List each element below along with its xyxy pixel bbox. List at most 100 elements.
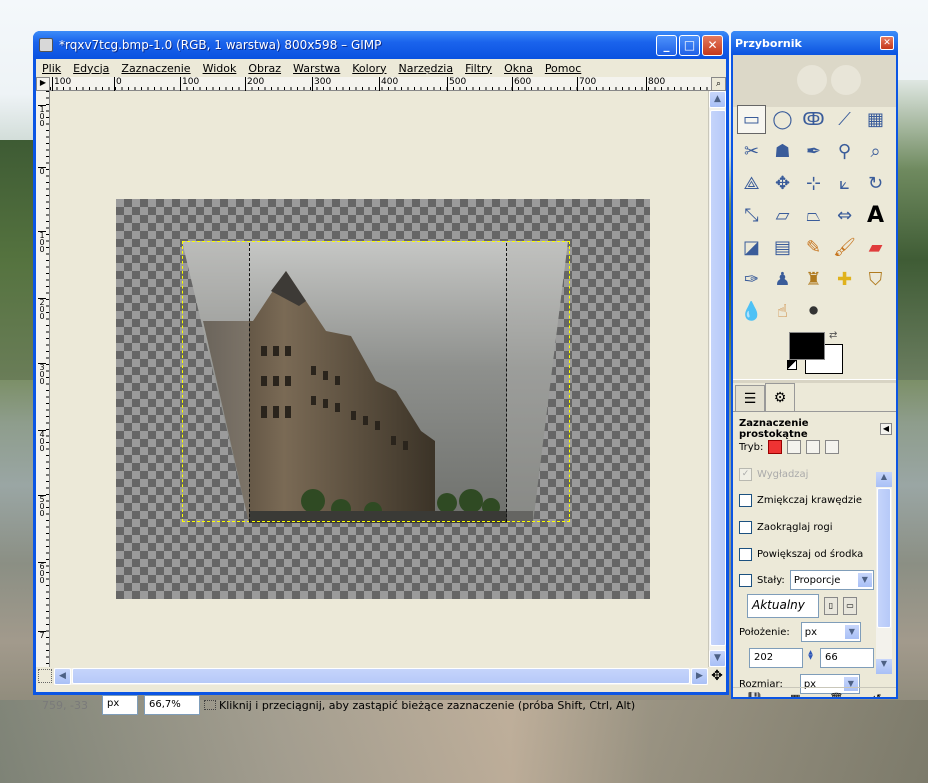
unit-select[interactable]: px xyxy=(102,695,138,715)
pencil-icon[interactable]: ✎ xyxy=(799,233,828,262)
options-scroll-thumb[interactable] xyxy=(877,488,891,628)
shear-icon[interactable]: ▱ xyxy=(768,201,797,230)
horizontal-scroll-thumb[interactable] xyxy=(72,667,690,684)
minimize-button[interactable]: _ xyxy=(656,34,677,56)
align-icon[interactable]: ⊹ xyxy=(799,169,828,198)
smudge-icon[interactable]: ☝ xyxy=(768,297,797,326)
quick-mask-toggle[interactable] xyxy=(38,669,52,683)
image-window-titlebar[interactable]: *rqxv7tcg.bmp-1.0 (RGB, 1 warstwa) 800x5… xyxy=(33,31,729,59)
paintbrush-icon[interactable]: 🖌 xyxy=(830,233,859,262)
blur-icon[interactable]: 💧 xyxy=(737,297,766,326)
bucket-fill-icon[interactable]: ◪ xyxy=(737,233,766,262)
airbrush-icon[interactable]: ✑ xyxy=(737,265,766,294)
rounded-corners-checkbox[interactable] xyxy=(739,521,752,534)
chevron-down-icon[interactable]: ▼ xyxy=(856,572,873,588)
zoom-icon[interactable]: ⌕ xyxy=(861,137,890,166)
close-button[interactable]: ✕ xyxy=(702,34,723,56)
menu-pomoc[interactable]: Pomoc xyxy=(545,62,581,75)
heal-icon[interactable]: ✚ xyxy=(830,265,859,294)
menu-obraz[interactable]: Obraz xyxy=(248,62,281,75)
scroll-left-icon[interactable]: ◀ xyxy=(54,667,71,685)
antialias-checkbox[interactable]: ✓ xyxy=(739,468,752,481)
fixed-checkbox[interactable] xyxy=(739,573,752,587)
portrait-icon[interactable]: ▯ xyxy=(824,597,838,615)
restore-options-icon[interactable]: ▦ xyxy=(790,692,800,697)
position-unit-select[interactable]: px ▼ xyxy=(800,622,861,642)
reset-options-icon[interactable]: ↺ xyxy=(872,692,881,697)
crop-icon[interactable]: ⟀ xyxy=(830,169,859,198)
position-y-input[interactable]: 66 xyxy=(820,648,885,668)
horizontal-ruler[interactable]: 100 0 100 200 300 400 500 600 700 800 xyxy=(50,77,711,91)
scroll-right-icon[interactable]: ▶ xyxy=(691,667,708,685)
measure-icon[interactable]: ⟁ xyxy=(737,169,766,198)
feather-checkbox[interactable] xyxy=(739,494,752,507)
aspect-preset-field[interactable]: Aktualny xyxy=(747,594,819,618)
menu-warstwa[interactable]: Warstwa xyxy=(293,62,340,75)
scale-icon[interactable]: ⤡ xyxy=(737,201,766,230)
perspective-clone-icon[interactable]: ⛉ xyxy=(861,265,890,294)
mode-intersect-button[interactable] xyxy=(825,440,840,454)
horizontal-scrollbar[interactable]: ◀ ▶ xyxy=(54,667,708,685)
scroll-up-icon[interactable]: ▲ xyxy=(876,472,892,487)
save-options-icon[interactable]: 💾 xyxy=(747,692,761,697)
menu-kolory[interactable]: Kolory xyxy=(352,62,386,75)
fg-bg-colors[interactable]: ⇄ xyxy=(787,330,843,376)
menu-zaznaczenie[interactable]: Zaznaczenie xyxy=(121,62,190,75)
vertical-scroll-thumb[interactable] xyxy=(710,110,726,646)
scroll-down-icon[interactable]: ▼ xyxy=(709,650,726,667)
navigate-icon[interactable]: ✥ xyxy=(708,668,726,684)
scissors-icon[interactable]: ✂ xyxy=(737,137,766,166)
menu-widok[interactable]: Widok xyxy=(203,62,237,75)
menu-edycja[interactable]: Edycja xyxy=(73,62,109,75)
text-icon[interactable]: A xyxy=(861,201,890,230)
position-x-input[interactable]: 202 xyxy=(749,648,814,668)
ellipse-select-icon[interactable]: ◯ xyxy=(768,105,797,134)
tab-tool-options-icon[interactable]: ⚙ xyxy=(765,383,795,411)
move-icon[interactable]: ✥ xyxy=(768,169,797,198)
panel-menu-icon[interactable]: ◀ xyxy=(880,423,892,435)
rotate-icon[interactable]: ↻ xyxy=(861,169,890,198)
rect-select-icon[interactable]: ▭ xyxy=(737,105,766,134)
reset-colors-icon[interactable] xyxy=(787,360,797,370)
menu-okna[interactable]: Okna xyxy=(504,62,533,75)
scroll-up-icon[interactable]: ▲ xyxy=(709,91,726,108)
menu-filtry[interactable]: Filtry xyxy=(465,62,492,75)
maximize-button[interactable]: □ xyxy=(679,34,700,56)
tab-layers-icon[interactable]: ☰ xyxy=(735,385,765,411)
chevron-down-icon[interactable]: ▼ xyxy=(843,624,860,640)
paths-icon[interactable]: ✒ xyxy=(799,137,828,166)
eraser-icon[interactable]: ▰ xyxy=(861,233,890,262)
flip-icon[interactable]: ⇔ xyxy=(830,201,859,230)
delete-options-icon[interactable]: 🗑 xyxy=(829,692,843,697)
color-select-icon[interactable]: ▦ xyxy=(861,105,890,134)
menu-plik[interactable]: Plik xyxy=(42,62,61,75)
fuzzy-select-icon[interactable]: ⟋ xyxy=(830,105,859,134)
color-picker-icon[interactable]: ⚲ xyxy=(830,137,859,166)
mode-add-button[interactable] xyxy=(787,440,802,454)
gimp-app-icon[interactable] xyxy=(39,38,53,52)
vertical-scrollbar[interactable]: ▲ ▼ xyxy=(708,91,726,667)
menu-narzedzia[interactable]: Narzędzia xyxy=(398,62,453,75)
zoom-follow-icon[interactable]: ⌕ xyxy=(711,77,726,91)
selection-marquee[interactable] xyxy=(249,243,507,522)
free-select-icon[interactable]: ↂ xyxy=(799,105,828,134)
toolbox-titlebar[interactable]: Przybornik ✕ xyxy=(731,31,898,55)
toolbox-separator[interactable] xyxy=(733,379,896,383)
scroll-down-icon[interactable]: ▼ xyxy=(876,659,892,674)
expand-center-checkbox[interactable] xyxy=(739,548,752,561)
toolbox-close-icon[interactable]: ✕ xyxy=(880,36,894,50)
ink-icon[interactable]: ♟ xyxy=(768,265,797,294)
fixed-mode-select[interactable]: Proporcje ▼ xyxy=(789,570,874,590)
perspective-icon[interactable]: ⏢ xyxy=(799,201,828,230)
clone-icon[interactable]: ♜ xyxy=(799,265,828,294)
dodge-burn-icon[interactable]: ⚫ xyxy=(799,297,828,326)
landscape-icon[interactable]: ▭ xyxy=(843,597,857,615)
zoom-select[interactable]: 66,7% xyxy=(144,695,200,715)
options-scrollbar[interactable]: ▲ ▼ xyxy=(876,472,892,674)
wilber-drop-area[interactable] xyxy=(733,55,896,107)
mode-subtract-button[interactable] xyxy=(806,440,821,454)
foreground-select-icon[interactable]: ☗ xyxy=(768,137,797,166)
image-canvas[interactable] xyxy=(51,91,708,667)
image-menu-arrow-icon[interactable]: ▶ xyxy=(36,77,50,91)
swap-colors-icon[interactable]: ⇄ xyxy=(829,330,837,341)
